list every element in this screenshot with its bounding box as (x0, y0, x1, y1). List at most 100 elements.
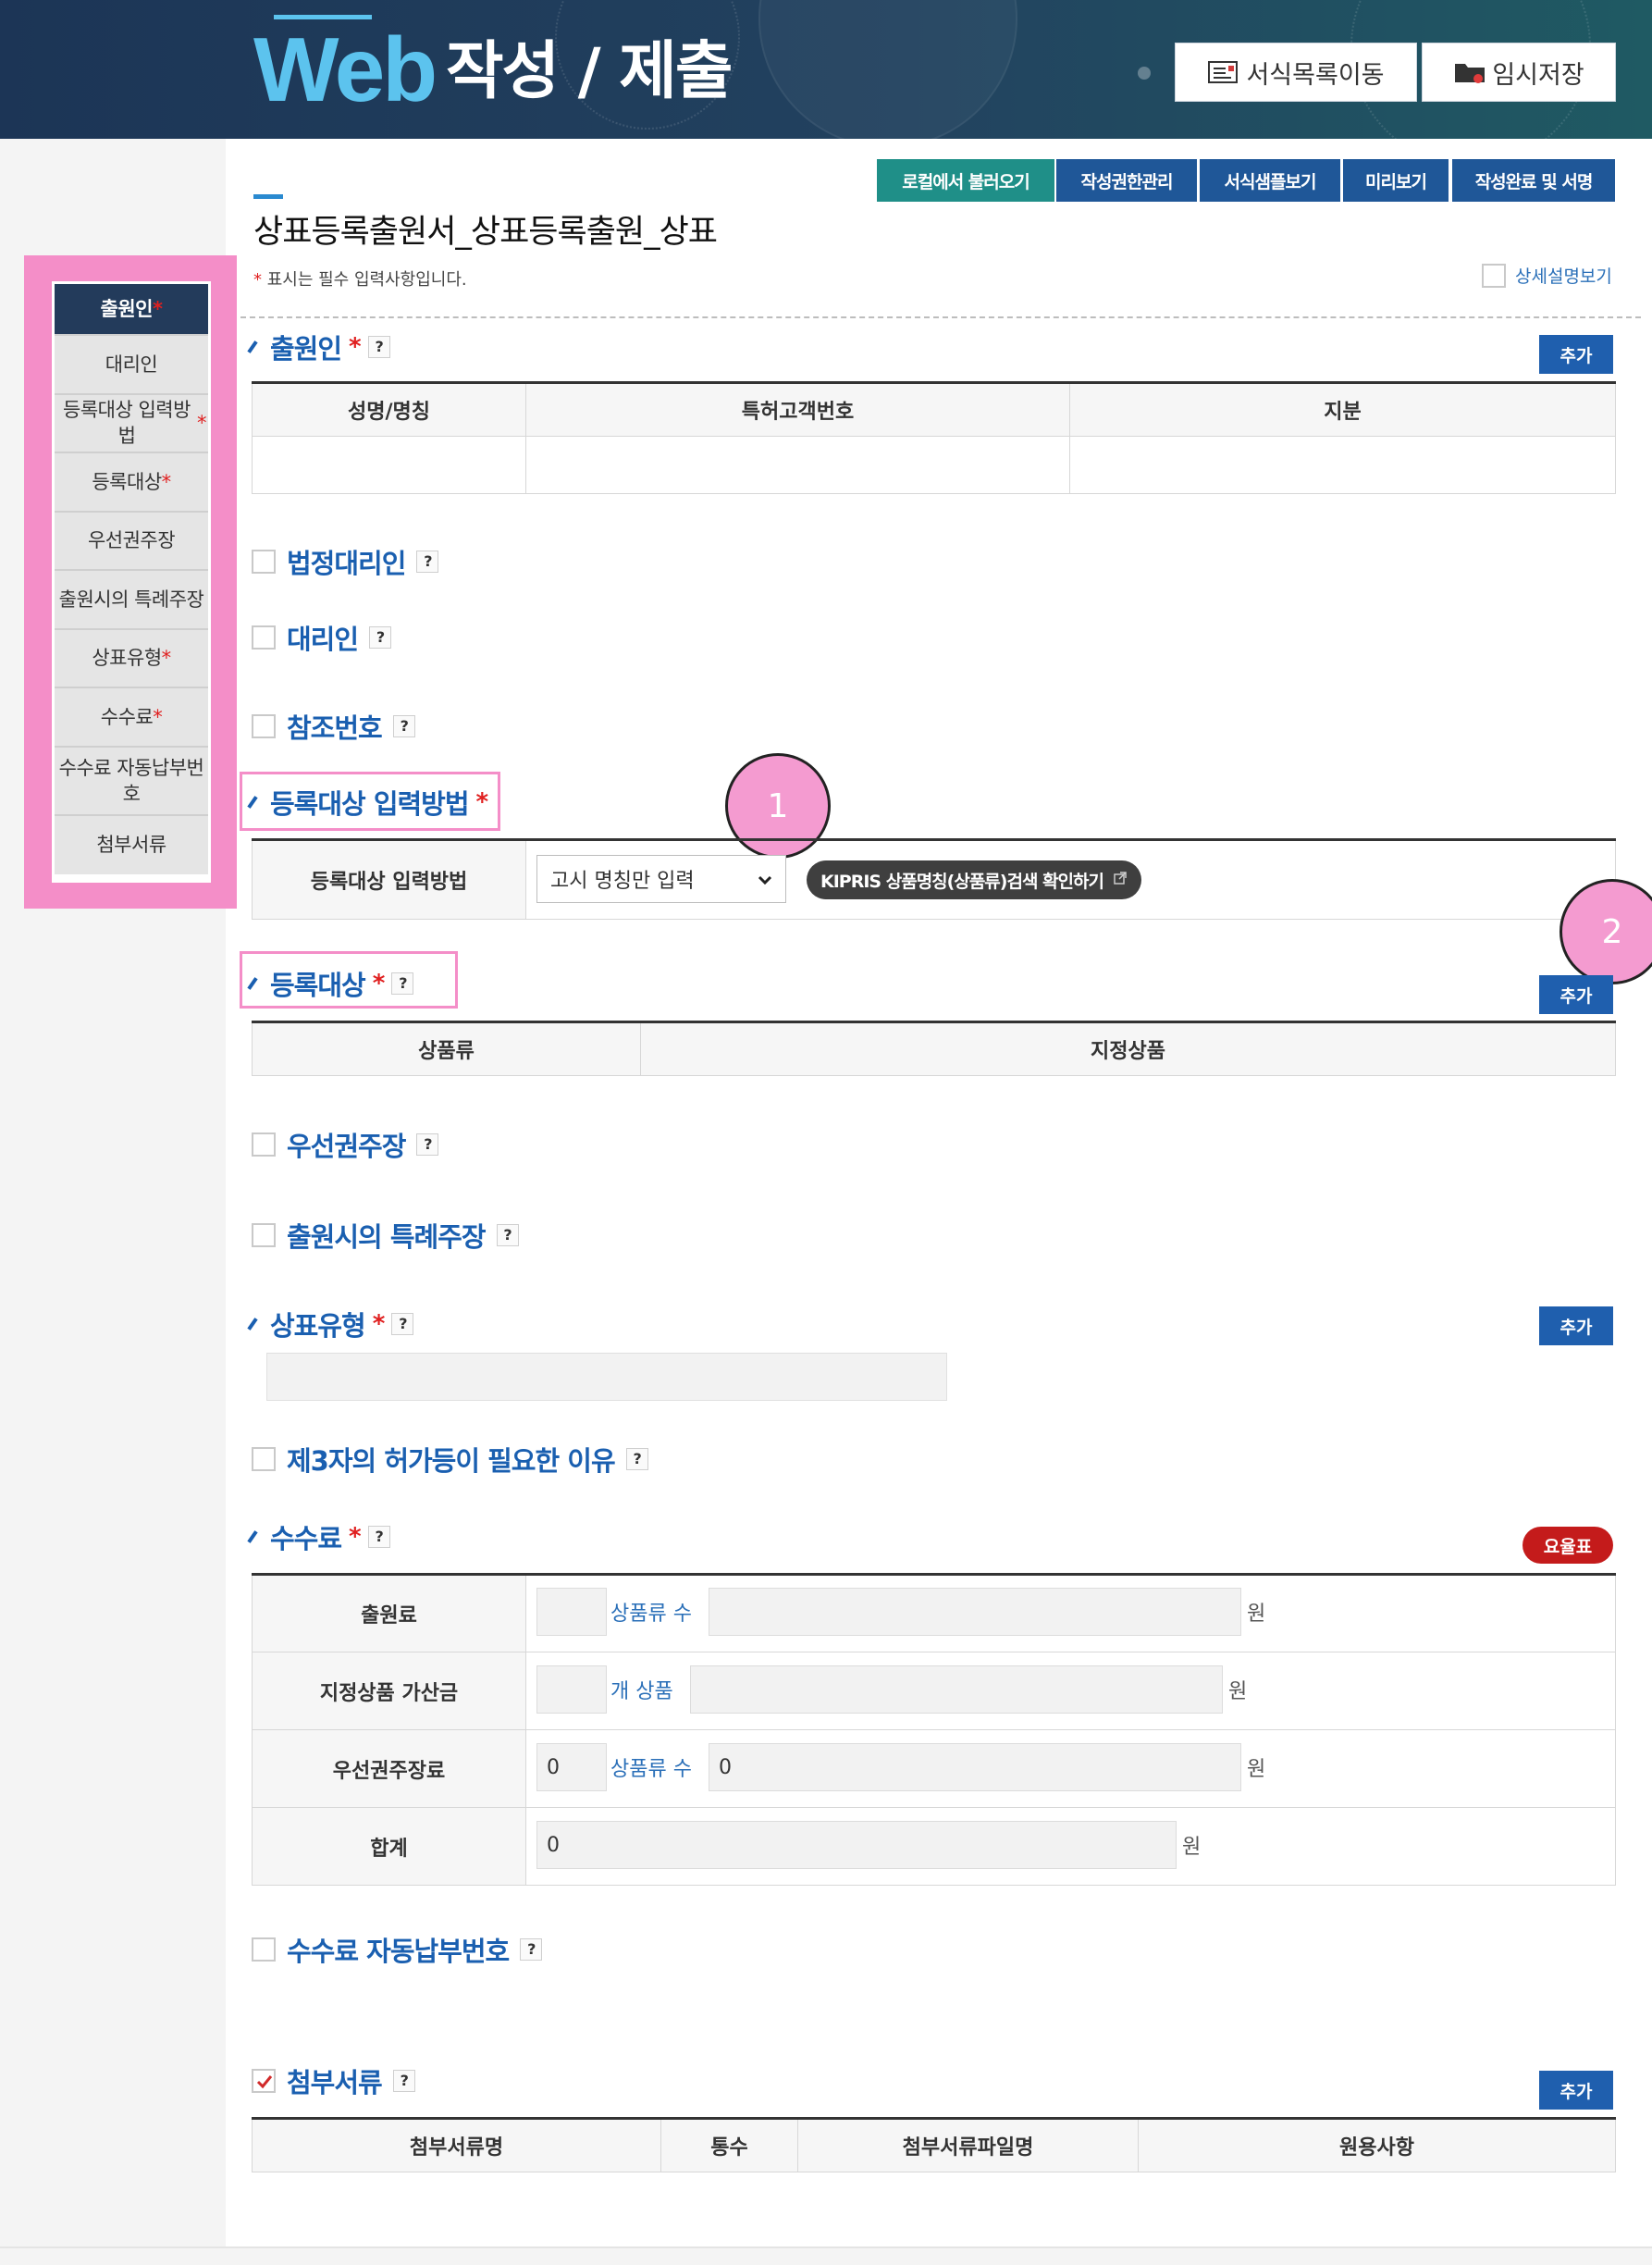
sidebar-item-priority[interactable]: 우선권주장 (55, 512, 208, 571)
agent-checkbox[interactable] (252, 625, 276, 650)
won-unit: 원 (1247, 1758, 1266, 1781)
priority-fee-amount[interactable]: 0 (709, 1743, 1241, 1791)
priority-row[interactable]: 우선권주장? (252, 1125, 439, 1164)
temp-save-button[interactable]: 임시저장 (1422, 43, 1616, 102)
section-label: 등록대상 입력방법 (270, 788, 470, 820)
help-icon[interactable]: ? (496, 1224, 519, 1246)
add-target-button[interactable]: 추가 (1539, 975, 1613, 1014)
external-link-icon (1113, 870, 1128, 890)
reference-label: 참조번호 (287, 712, 383, 744)
help-icon[interactable]: ? (391, 1313, 414, 1335)
add-attachment-button[interactable]: 추가 (1539, 2071, 1613, 2110)
priority-checkbox[interactable] (252, 1132, 276, 1157)
special-claim-row[interactable]: 출원시의 특례주장? (252, 1216, 519, 1255)
required-star: * (475, 788, 489, 816)
sidebar-item-fee[interactable]: 수수료 * (55, 688, 208, 748)
detail-toggle[interactable]: 상세설명보기 (1482, 263, 1612, 288)
bottom-divider (0, 2246, 1652, 2248)
input-method-select[interactable]: 고시 명칭만 입력 (536, 855, 786, 903)
row-label: 출원료 (252, 1574, 526, 1652)
legal-agent-label: 법정대리인 (287, 548, 406, 579)
pencil-icon (247, 1318, 258, 1331)
help-icon[interactable]: ? (392, 2070, 415, 2092)
sidebar-item-target[interactable]: 등록대상 * (55, 453, 208, 513)
add-applicant-button[interactable]: 추가 (1539, 335, 1613, 374)
complete-sign-button[interactable]: 작성완료 및 서명 (1452, 159, 1615, 202)
table-cell (1069, 436, 1616, 494)
header-title: 작성 / 제출 (446, 35, 733, 108)
page-title: 상표등록출원서_상표등록출원_상표 (253, 214, 718, 251)
help-icon[interactable]: ? (367, 336, 390, 358)
special-claim-checkbox[interactable] (252, 1223, 276, 1247)
required-star: * (349, 1523, 362, 1551)
required-star: * (372, 1310, 386, 1338)
rate-table-button[interactable]: 요율표 (1523, 1527, 1613, 1564)
permission-button[interactable]: 작성권한관리 (1056, 159, 1197, 202)
class-count-label: 상품류 수 (610, 1758, 692, 1781)
help-icon[interactable]: ? (416, 1133, 439, 1156)
third-party-row[interactable]: 제3자의 허가등이 필요한 이유? (252, 1440, 648, 1479)
section-label: 출원인 (270, 333, 342, 365)
form-list-button[interactable]: 서식목록이동 (1175, 43, 1417, 102)
select-value: 고시 명칭만 입력 (550, 870, 695, 893)
kipris-search-button[interactable]: KIPRIS 상품명칭(상품류)검색 확인하기 (807, 860, 1141, 899)
help-icon[interactable]: ? (369, 626, 392, 649)
pencil-icon (247, 340, 258, 353)
attachments-label: 첨부서류 (287, 2067, 383, 2098)
legal-agent-row[interactable]: 법정대리인? (252, 542, 439, 581)
sidebar-item-label: 등록대상 (92, 470, 162, 493)
additional-fee-count[interactable] (536, 1665, 607, 1714)
attachments-checkbox[interactable] (252, 2069, 276, 2093)
help-icon[interactable]: ? (367, 1526, 390, 1548)
temp-save-label: 임시저장 (1492, 60, 1584, 90)
load-local-button[interactable]: 로컬에서 불러오기 (877, 159, 1054, 202)
help-icon[interactable]: ? (391, 972, 414, 995)
required-star: * (161, 470, 172, 493)
sample-button[interactable]: 서식샘플보기 (1200, 159, 1340, 202)
sidebar-item-agent[interactable]: 대리인 (55, 336, 208, 395)
reference-row[interactable]: 참조번호? (252, 707, 415, 746)
sidebar-item-input-method[interactable]: 등록대상 입력방법 * (55, 394, 208, 453)
add-tm-type-button[interactable]: 추가 (1539, 1306, 1613, 1345)
detail-checkbox[interactable] (1482, 263, 1506, 288)
auto-pay-row[interactable]: 수수료 자동납부번호? (252, 1930, 543, 1969)
help-icon[interactable]: ? (416, 551, 439, 573)
help-icon[interactable]: ? (520, 1938, 543, 1961)
column-header: 원용사항 (1138, 2118, 1616, 2172)
attachments-row[interactable]: 첨부서류 ? (252, 2061, 415, 2100)
sidebar-item-applicant[interactable]: 출원인 * (55, 284, 208, 336)
column-header: 성명/명칭 (252, 382, 526, 437)
sidebar-item-tm-type[interactable]: 상표유형 * (55, 629, 208, 688)
form-list-label: 서식목록이동 (1246, 60, 1385, 90)
goods-count-label: 개 상품 (610, 1680, 673, 1703)
application-fee-amount[interactable] (709, 1588, 1241, 1636)
row-label: 등록대상 입력방법 (252, 839, 526, 920)
agent-row[interactable]: 대리인? (252, 618, 392, 657)
sidebar-item-auto-pay[interactable]: 수수료 자동납부번호 (55, 747, 208, 816)
row-label: 지정상품 가산금 (252, 1652, 526, 1730)
form-list-icon (1207, 60, 1240, 84)
sidebar-item-label: 출원시의 특례주장 (58, 588, 204, 611)
priority-fee-count[interactable]: 0 (536, 1743, 607, 1791)
pencil-icon (247, 1530, 258, 1543)
total-fee-amount[interactable]: 0 (536, 1821, 1177, 1869)
sidebar-nav: 출원인 * 대리인 등록대상 입력방법 * 등록대상 * 우선권주장 출원시의 특례주… (52, 281, 211, 883)
sidebar-item-special-claim[interactable]: 출원시의 특례주장 (55, 571, 208, 630)
header-dot (1138, 67, 1151, 80)
auto-pay-checkbox[interactable] (252, 1937, 276, 1962)
tm-type-field[interactable] (266, 1353, 947, 1401)
additional-fee-amount[interactable] (690, 1665, 1223, 1714)
application-fee-count[interactable] (536, 1588, 607, 1636)
pencil-icon (247, 977, 258, 990)
preview-button[interactable]: 미리보기 (1343, 159, 1449, 202)
third-party-checkbox[interactable] (252, 1447, 276, 1471)
sidebar-item-label: 첨부서류 (96, 834, 166, 857)
reference-checkbox[interactable] (252, 714, 276, 738)
column-header: 특허고객번호 (525, 382, 1070, 437)
sidebar-item-attachments[interactable]: 첨부서류 (55, 815, 208, 874)
help-icon[interactable]: ? (392, 715, 415, 737)
legal-agent-checkbox[interactable] (252, 550, 276, 574)
section-applicant-title: 출원인 * ? (246, 328, 390, 366)
help-icon[interactable]: ? (625, 1448, 648, 1470)
kipris-label: KIPRIS 상품명칭(상품류)검색 확인하기 (820, 871, 1104, 892)
